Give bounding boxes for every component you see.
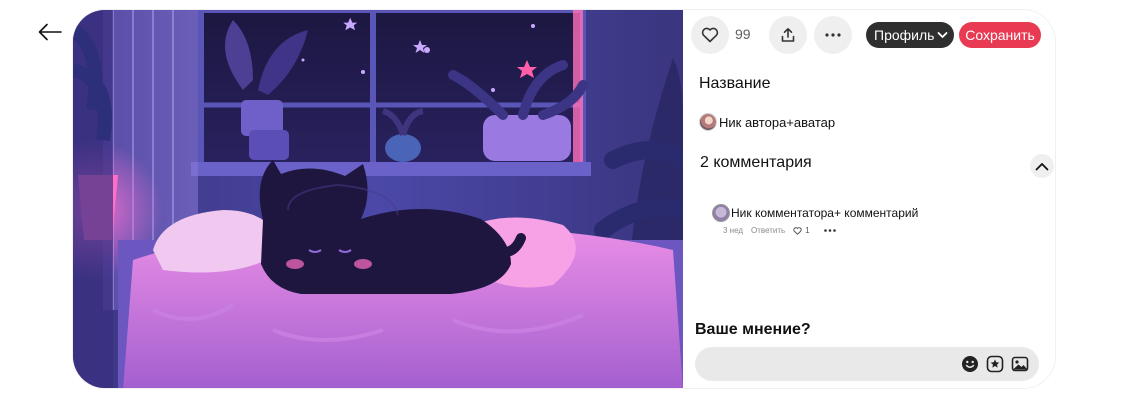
profile-button-label: Профиль [874, 27, 935, 43]
pin-title: Название [699, 75, 771, 92]
comment-time: 3 нед [723, 226, 744, 235]
heart-icon [793, 226, 802, 235]
pin-image[interactable] [73, 10, 692, 388]
comment-meta: 3 нед Ответить 1 [723, 226, 836, 235]
like-button[interactable] [691, 16, 729, 54]
more-dots-icon [823, 229, 836, 232]
image-upload-button[interactable] [1010, 354, 1030, 374]
reply-button[interactable]: Ответить [751, 226, 785, 235]
commenter-avatar[interactable] [712, 204, 730, 222]
emoji-icon [962, 356, 978, 372]
chevron-down-icon [938, 32, 948, 38]
comment-input[interactable] [709, 347, 953, 383]
author-name: Ник автора+аватар [719, 114, 836, 130]
more-dots-icon [825, 33, 841, 37]
more-options-button[interactable] [814, 16, 852, 54]
like-count: 99 [735, 26, 751, 42]
author-link[interactable]: Ник автора+аватар [699, 113, 835, 131]
comment-text: Ник комментатора+ комментарий [731, 206, 919, 220]
emoji-button[interactable] [960, 354, 980, 374]
pin-details-panel: 99 Профиль Сохранить Название Ник автора… [683, 10, 1055, 388]
profile-button[interactable]: Профиль [866, 22, 955, 48]
share-icon [781, 28, 795, 42]
image-icon [1011, 356, 1029, 372]
share-button[interactable] [769, 16, 807, 54]
comment-item: Ник комментатора+ комментарий [712, 204, 918, 222]
save-button[interactable]: Сохранить [959, 22, 1041, 48]
comment-like-count: 1 [805, 226, 810, 235]
back-button[interactable] [34, 17, 66, 47]
pin-card: 99 Профиль Сохранить Название Ник автора… [73, 10, 1055, 388]
collapse-comments-button[interactable] [1030, 154, 1054, 178]
sticker-icon [986, 355, 1004, 373]
comment-more-button[interactable] [823, 229, 836, 232]
heart-icon [701, 27, 719, 43]
pin-page: 99 Профиль Сохранить Название Ник автора… [0, 0, 1148, 415]
pin-artwork [73, 10, 692, 388]
arrow-left-icon [38, 23, 62, 41]
sticker-button[interactable] [985, 354, 1005, 374]
comment-composer-label: Ваше мнение? [695, 321, 811, 338]
comment-composer[interactable] [695, 347, 1039, 383]
comments-heading: 2 комментария [700, 154, 812, 171]
chevron-up-icon [1035, 162, 1049, 170]
author-avatar [699, 113, 717, 131]
comment-like-button[interactable]: 1 [793, 226, 810, 235]
